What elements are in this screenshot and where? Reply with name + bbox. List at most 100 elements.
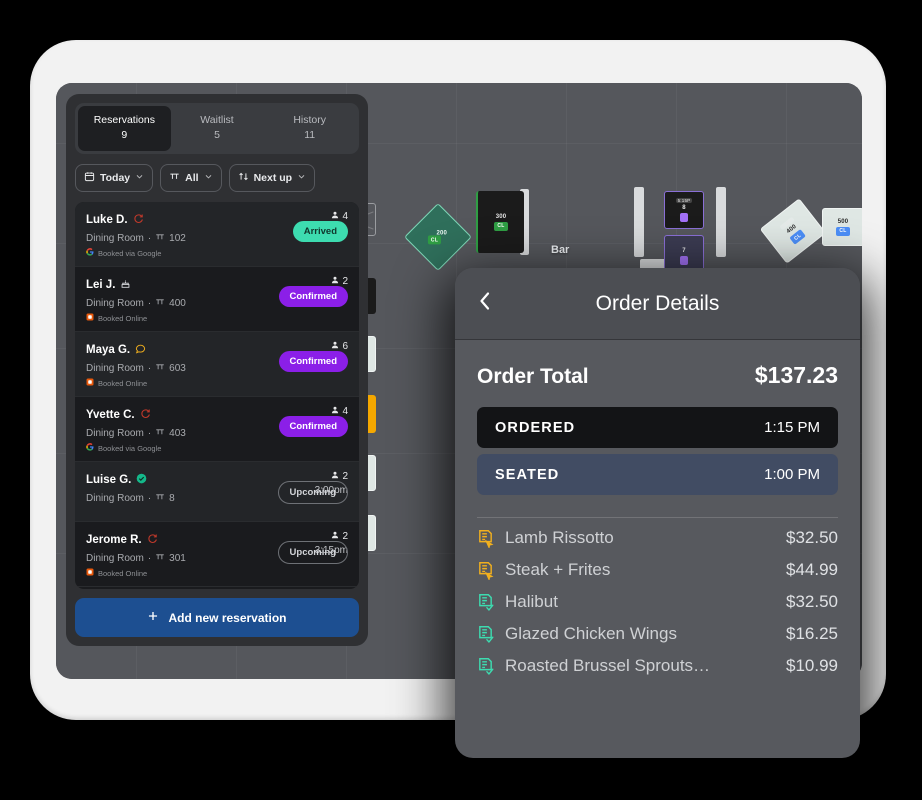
status-time: 1:00 PM xyxy=(764,466,820,483)
status-time: 1:15 PM xyxy=(764,419,820,436)
tab-label: Reservations xyxy=(93,114,155,126)
floorplan-table-300[interactable]: 300 CL xyxy=(476,191,524,253)
reservation-party-size: 4 xyxy=(342,406,348,418)
order-details-title: Order Details xyxy=(595,291,720,315)
list-item[interactable]: Lamb Rissotto $32.50 xyxy=(477,522,838,554)
order-item-name: Steak + Frites xyxy=(505,560,611,579)
verified-icon xyxy=(136,471,147,489)
list-item[interactable]: Roasted Brussel Sprouts… $10.99 xyxy=(477,650,838,682)
reservation-list[interactable]: Luke D. Dining Room · 102 Booked via Goo… xyxy=(75,202,359,589)
status-badge[interactable]: Confirmed xyxy=(278,416,348,438)
cake-icon xyxy=(120,276,131,294)
tab-count: 11 xyxy=(304,129,316,142)
order-details-body: Order Total $137.23 ORDERED 1:15 PM SEAT… xyxy=(455,340,860,501)
order-details-header: Order Details xyxy=(455,268,860,340)
reservation-room: Dining Room xyxy=(86,428,144,440)
reservation-source: Booked Online xyxy=(98,313,148,323)
list-item[interactable]: Glazed Chicken Wings $16.25 xyxy=(477,618,838,650)
add-reservation-label: Add new reservation xyxy=(168,610,287,625)
reservation-guest-name: Lei J. xyxy=(86,279,116,292)
order-item-name: Roasted Brussel Sprouts… xyxy=(505,656,711,675)
order-item-price: $32.50 xyxy=(786,592,838,611)
add-reservation-button[interactable]: Add new reservation xyxy=(75,598,359,637)
floorplan-table-time: 5:15P xyxy=(675,198,693,203)
reservation-table-number: 400 xyxy=(169,298,186,310)
tab-count: 5 xyxy=(214,129,220,142)
status-badge[interactable]: Confirmed xyxy=(278,351,348,373)
filter-sort-label: Next up xyxy=(253,172,293,185)
table-row[interactable]: Jerome R. Dining Room · 301 Booked Onlin… xyxy=(75,522,359,588)
reservation-guest-name: Maya G. xyxy=(86,344,131,357)
order-total-label: Order Total xyxy=(477,365,589,388)
status-label: SEATED xyxy=(495,466,560,483)
status-badge[interactable]: Upcoming xyxy=(277,481,348,505)
reservations-panel: Reservations 9 Waitlist 5 History 11 Tod… xyxy=(66,94,368,646)
table-row[interactable]: Yvette C. Dining Room · 403 Booked via G… xyxy=(75,397,359,463)
tab-waitlist[interactable]: Waitlist 5 xyxy=(171,106,264,151)
note-icon xyxy=(135,341,146,359)
order-item-name: Halibut xyxy=(505,592,558,611)
receipt-done-icon xyxy=(477,625,494,644)
reservation-source: Booked via Google xyxy=(98,443,162,453)
order-total-row: Order Total $137.23 xyxy=(477,362,838,389)
floorplan-bar-label: Bar xyxy=(551,244,570,256)
status-badge[interactable]: Upcoming xyxy=(277,541,348,565)
filter-bar: Today All Next up xyxy=(75,164,359,193)
reservation-party-size: 2 xyxy=(342,276,348,288)
divider xyxy=(477,517,838,518)
floorplan-table-500[interactable]: 500 CL xyxy=(822,208,862,246)
reservation-source: Booked Online xyxy=(98,568,148,578)
floorplan-table-400[interactable]: 2:30P 400 CL xyxy=(759,198,827,264)
table-row[interactable]: Luise G. Dining Room · 8 2 3:00pm Upcomi… xyxy=(75,462,359,523)
chevron-down-icon xyxy=(297,172,306,184)
table-icon xyxy=(155,297,165,310)
status-badge[interactable]: Confirmed xyxy=(278,286,348,308)
receipt-pending-icon xyxy=(477,529,494,549)
status-row-ordered[interactable]: ORDERED 1:15 PM xyxy=(477,407,838,448)
list-item[interactable]: Steak + Frites $44.99 xyxy=(477,554,838,586)
table-icon xyxy=(155,552,165,565)
order-item-name: Lamb Rissotto xyxy=(505,528,614,547)
reservation-room: Dining Room xyxy=(86,553,144,565)
screenshot-stage: Bar 101 100 CL 3:30P 102 CL 4:30P 103 CL xyxy=(0,0,922,800)
sort-icon xyxy=(238,171,249,185)
tab-label: Waitlist xyxy=(200,114,234,126)
table-row[interactable]: Lei J. Dining Room · 400 Booked Online 2… xyxy=(75,267,359,333)
filter-area-label: All xyxy=(185,172,199,185)
tab-label: History xyxy=(293,114,327,126)
tab-reservations[interactable]: Reservations 9 xyxy=(78,106,171,152)
calendar-icon xyxy=(84,171,95,185)
table-icon xyxy=(155,427,165,440)
filter-date[interactable]: Today xyxy=(75,164,154,193)
repeat-icon xyxy=(147,531,158,549)
receipt-pending-icon xyxy=(477,561,494,581)
filter-sort[interactable]: Next up xyxy=(228,164,316,193)
table-row[interactable]: Maya G. Dining Room · 603 Booked Online … xyxy=(75,332,359,398)
table-icon xyxy=(155,492,165,505)
order-item-price: $10.99 xyxy=(786,656,838,675)
floorplan-table-8[interactable]: 5:15P 8 xyxy=(664,191,704,229)
plus-icon xyxy=(147,610,159,625)
reservation-room: Dining Room xyxy=(86,298,144,310)
floorplan-table-number: 500 xyxy=(837,218,849,225)
tab-history[interactable]: History 11 xyxy=(263,106,356,151)
order-total-value: $137.23 xyxy=(754,362,838,388)
status-badge[interactable]: Arrived xyxy=(292,221,348,243)
floorplan-table-200[interactable]: 200 CL xyxy=(404,203,472,271)
list-item[interactable]: Halibut $32.50 xyxy=(477,586,838,618)
table-row[interactable]: Luke D. Dining Room · 102 Booked via Goo… xyxy=(75,202,359,268)
reservation-table-number: 301 xyxy=(169,553,186,565)
order-item-price: $44.99 xyxy=(786,560,838,579)
chevron-left-icon[interactable] xyxy=(477,290,505,317)
reservation-source: Booked via Google xyxy=(98,248,162,258)
filter-area[interactable]: All xyxy=(160,164,222,193)
floorplan-table-badge: CL xyxy=(494,221,508,231)
reservation-room: Dining Room xyxy=(86,233,144,245)
status-row-seated[interactable]: SEATED 1:00 PM xyxy=(477,454,838,495)
chevron-down-icon xyxy=(204,172,213,184)
filter-date-label: Today xyxy=(100,172,131,185)
floorplan-wall xyxy=(634,187,644,257)
reservation-guest-name: Luise G. xyxy=(86,474,132,487)
table-icon xyxy=(169,171,180,185)
reservation-party-size: 2 xyxy=(342,531,348,543)
